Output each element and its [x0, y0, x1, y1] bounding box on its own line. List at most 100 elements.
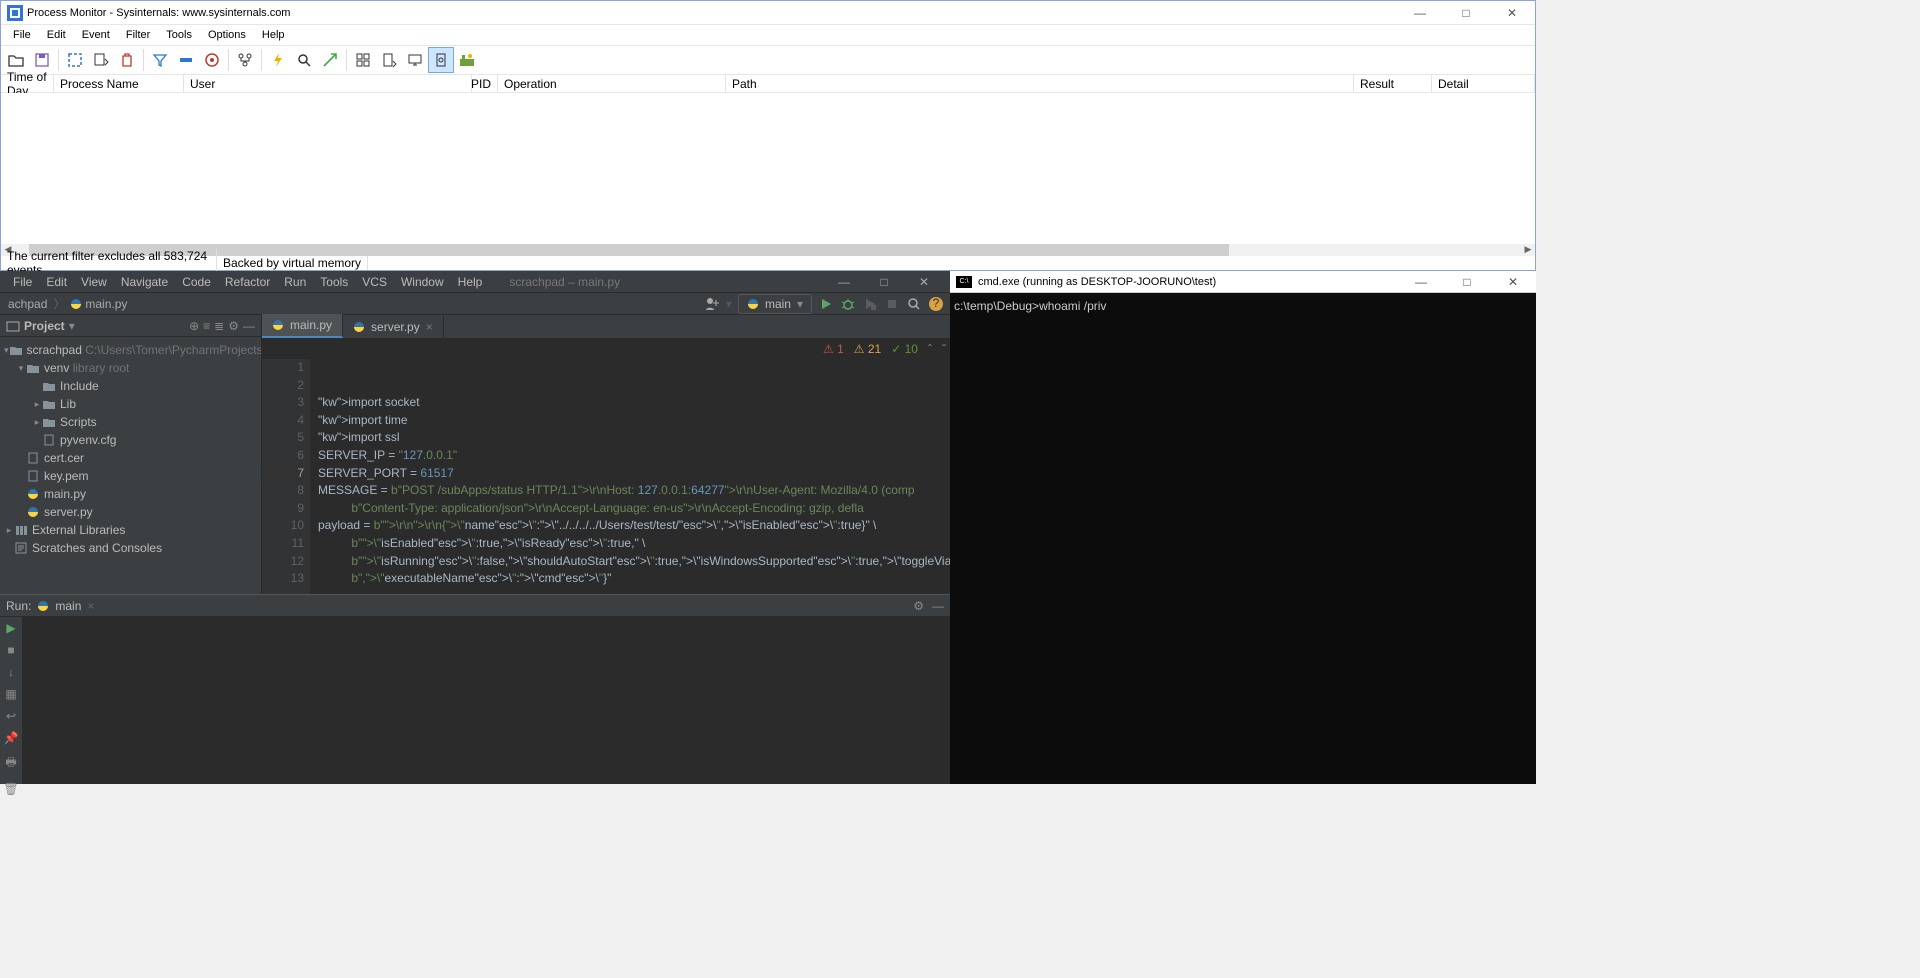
chevron-down-icon[interactable]: ▾ — [69, 319, 75, 333]
cmd-titlebar[interactable]: C:\ cmd.exe (running as DESKTOP-JOORUNO\… — [950, 271, 1536, 293]
gear-icon[interactable]: ⚙ — [228, 319, 239, 333]
locate-icon[interactable]: ⊕ — [189, 319, 199, 333]
menu-options[interactable]: Options — [200, 27, 254, 43]
ide-menu-run[interactable]: Run — [277, 273, 313, 291]
run-output[interactable] — [22, 617, 950, 784]
cmd-minimize-button[interactable]: ― — [1398, 270, 1444, 294]
tree-node[interactable]: pyvenv.cfg — [0, 431, 261, 449]
ide-menu-tools[interactable]: Tools — [313, 273, 355, 291]
tree-node[interactable]: main.py — [0, 485, 261, 503]
tree-node[interactable]: cert.cer — [0, 449, 261, 467]
col-process[interactable]: Process Name — [54, 75, 184, 92]
ide-menu-code[interactable]: Code — [175, 273, 218, 291]
ide-settings-icon[interactable]: ? — [928, 296, 944, 312]
minimize-button[interactable]: ― — [1397, 1, 1443, 25]
target-icon[interactable] — [199, 47, 225, 73]
menu-tools[interactable]: Tools — [158, 27, 200, 43]
down-icon[interactable]: ↓ — [8, 665, 14, 679]
next-highlight-icon[interactable]: ˇ — [942, 342, 946, 356]
cmd-maximize-button[interactable]: □ — [1444, 270, 1490, 294]
tab-main-py[interactable]: main.py — [262, 314, 343, 338]
find-icon[interactable] — [291, 47, 317, 73]
profiling-filter-icon[interactable] — [454, 47, 480, 73]
ide-maximize-button[interactable]: □ — [864, 272, 904, 292]
col-pid[interactable]: PID — [472, 75, 498, 92]
ide-menu-refactor[interactable]: Refactor — [218, 273, 277, 291]
trash-icon[interactable]: 🗑 — [3, 782, 18, 796]
ide-menu-help[interactable]: Help — [451, 273, 490, 291]
col-user[interactable]: User — [184, 75, 472, 92]
hide-icon[interactable]: — — [243, 319, 255, 333]
ide-menu-edit[interactable]: Edit — [39, 273, 74, 291]
tree-node[interactable]: ▸Lib — [0, 395, 261, 413]
registry-filter-icon[interactable] — [350, 47, 376, 73]
cmd-terminal[interactable]: c:\temp\Debug>whoami /priv — [950, 293, 1536, 319]
run-tab-label[interactable]: main — [55, 599, 81, 613]
ide-menu-window[interactable]: Window — [394, 273, 451, 291]
project-title[interactable]: Project — [24, 319, 65, 333]
bolt-icon[interactable] — [265, 47, 291, 73]
ide-minimize-button[interactable]: ― — [824, 272, 864, 292]
print-icon[interactable]: 🖶 — [5, 753, 16, 774]
close-run-tab-icon[interactable]: × — [87, 599, 94, 613]
code-lines[interactable]: "kw">import socket"kw">import time"kw">i… — [310, 359, 969, 594]
tree-node[interactable]: ▸External Libraries — [0, 521, 261, 539]
code-area[interactable]: 12345678910111213 "kw">import socket"kw"… — [262, 359, 969, 594]
run-config-selector[interactable]: main ▾ — [738, 294, 812, 314]
procmon-titlebar[interactable]: Process Monitor - Sysinternals: www.sysi… — [1, 1, 1535, 25]
wrap-icon[interactable]: ↩ — [6, 709, 16, 723]
ide-menu-file[interactable]: File — [6, 273, 39, 291]
tree-node[interactable]: key.pem — [0, 467, 261, 485]
tree-node[interactable]: Scratches and Consoles — [0, 539, 261, 557]
scroll-right-icon[interactable]: ▶ — [1521, 244, 1535, 256]
run-gear-icon[interactable]: ⚙ — [913, 599, 924, 613]
close-tab-icon[interactable]: × — [426, 320, 433, 334]
run-button[interactable] — [818, 296, 834, 312]
collapse-all-icon[interactable]: ≣ — [214, 319, 224, 333]
maximize-button[interactable]: □ — [1443, 1, 1489, 25]
tree-node[interactable]: Include — [0, 377, 261, 395]
procmon-hscrollbar[interactable]: ◀ ▶ — [1, 244, 1535, 256]
col-time[interactable]: Time of Day — [1, 75, 54, 92]
typo-count[interactable]: ✓ 10 — [891, 342, 918, 356]
menu-file[interactable]: File — [5, 27, 39, 43]
user-add-icon[interactable] — [704, 296, 720, 312]
menu-help[interactable]: Help — [254, 27, 293, 43]
warning-count[interactable]: ⚠ 21 — [854, 342, 881, 356]
tree-node[interactable]: server.py — [0, 503, 261, 521]
debug-button[interactable] — [840, 296, 856, 312]
cmd-close-button[interactable]: ✕ — [1490, 270, 1536, 294]
close-button[interactable]: ✕ — [1489, 1, 1535, 25]
process-filter-icon[interactable] — [428, 47, 454, 73]
ide-close-button[interactable]: ✕ — [904, 272, 944, 292]
capture-icon[interactable] — [62, 47, 88, 73]
coverage-button[interactable] — [862, 296, 878, 312]
ide-menu-vcs[interactable]: VCS — [355, 273, 394, 291]
crumb-project[interactable]: achpad — [6, 297, 49, 311]
run-hide-icon[interactable]: — — [932, 599, 944, 613]
highlight-icon[interactable] — [173, 47, 199, 73]
menu-edit[interactable]: Edit — [39, 27, 74, 43]
procmon-event-list[interactable] — [1, 93, 1535, 244]
error-count[interactable]: ⚠ 1 — [823, 342, 844, 356]
jump-icon[interactable] — [317, 47, 343, 73]
col-operation[interactable]: Operation — [498, 75, 726, 92]
autoscroll-icon[interactable] — [88, 47, 114, 73]
search-everywhere-icon[interactable] — [906, 296, 922, 312]
expand-all-icon[interactable]: ≡ — [203, 319, 210, 333]
ide-menu-view[interactable]: View — [74, 273, 114, 291]
tree-icon[interactable] — [232, 47, 258, 73]
clear-icon[interactable] — [114, 47, 140, 73]
file-filter-icon[interactable] — [376, 47, 402, 73]
network-filter-icon[interactable] — [402, 47, 428, 73]
filter-icon[interactable] — [147, 47, 173, 73]
project-tree[interactable]: ▾scrachpad C:\Users\Tomer\PycharmProject… — [0, 337, 261, 594]
prev-highlight-icon[interactable]: ˆ — [928, 342, 932, 356]
col-result[interactable]: Result — [1354, 75, 1432, 92]
menu-filter[interactable]: Filter — [118, 27, 158, 43]
stop-icon[interactable]: ■ — [7, 643, 14, 657]
menu-event[interactable]: Event — [74, 27, 118, 43]
tree-node[interactable]: ▸Scripts — [0, 413, 261, 431]
crumb-file[interactable]: main.py — [83, 297, 129, 311]
stop-button[interactable] — [884, 296, 900, 312]
